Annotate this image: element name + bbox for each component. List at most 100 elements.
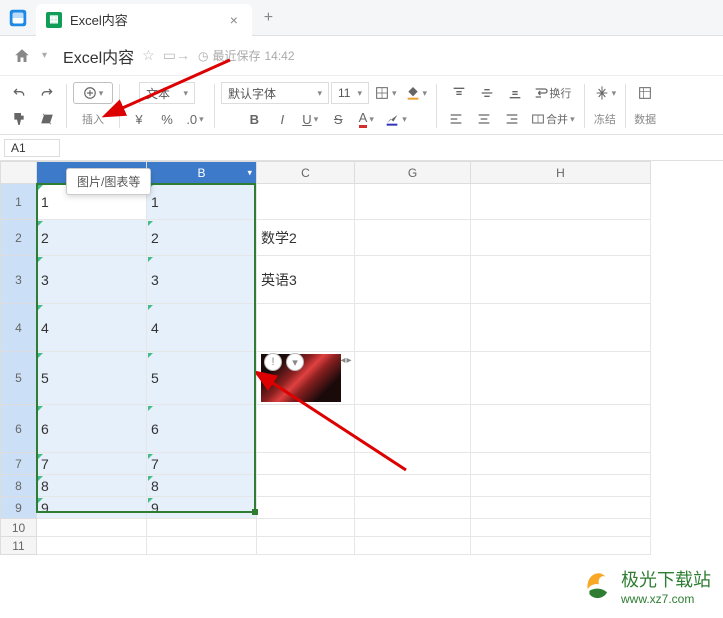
cell[interactable] — [37, 519, 147, 537]
cell[interactable]: 4 — [147, 304, 257, 352]
document-title[interactable]: Excel内容 — [63, 44, 134, 68]
cell[interactable]: 6 — [147, 405, 257, 453]
cell[interactable] — [471, 453, 651, 475]
info-icon[interactable]: ! — [264, 353, 282, 371]
cell[interactable] — [355, 453, 471, 475]
redo-button[interactable] — [34, 81, 60, 105]
cell[interactable] — [257, 497, 355, 519]
cell[interactable] — [471, 537, 651, 555]
row-header[interactable]: 11 — [1, 537, 37, 555]
dropdown-hint-icon[interactable]: ▾ — [286, 353, 304, 371]
cell[interactable]: 5 — [37, 352, 147, 405]
folder-move-icon[interactable]: ▭→ — [163, 47, 190, 64]
cell[interactable]: 2 — [37, 220, 147, 256]
cell[interactable] — [471, 220, 651, 256]
decimal-button[interactable]: .0▾ — [182, 107, 208, 131]
valign-mid-button[interactable] — [474, 81, 500, 105]
row-header[interactable]: 6 — [1, 405, 37, 453]
wrap-button[interactable]: 换行 — [530, 81, 574, 105]
data-button[interactable] — [632, 81, 658, 105]
row-header[interactable]: 9 — [1, 497, 37, 519]
cell[interactable] — [257, 405, 355, 453]
format-select[interactable]: 文本▾ — [139, 82, 195, 104]
cell[interactable]: 数学2 — [257, 220, 355, 256]
cell[interactable] — [355, 352, 471, 405]
valign-top-button[interactable] — [446, 81, 472, 105]
cell[interactable]: 7 — [147, 453, 257, 475]
cell[interactable] — [147, 519, 257, 537]
row-header[interactable]: 5 — [1, 352, 37, 405]
cell[interactable] — [355, 220, 471, 256]
highlight-button[interactable]: ▾ — [381, 107, 410, 131]
cell[interactable]: 7 — [37, 453, 147, 475]
home-icon[interactable] — [10, 44, 34, 68]
cell[interactable] — [257, 184, 355, 220]
cell[interactable] — [355, 475, 471, 497]
cell[interactable]: 3 — [147, 256, 257, 304]
cell[interactable] — [471, 304, 651, 352]
cell[interactable]: 9 — [147, 497, 257, 519]
cell[interactable] — [355, 497, 471, 519]
cell[interactable] — [147, 537, 257, 555]
italic-button[interactable]: I — [269, 107, 295, 131]
cell-reference-input[interactable]: A1 — [4, 139, 60, 157]
cell[interactable]: 9 — [37, 497, 147, 519]
star-icon[interactable]: ☆ — [142, 47, 155, 64]
cell[interactable] — [257, 537, 355, 555]
undo-button[interactable] — [6, 81, 32, 105]
cell[interactable]: 8 — [37, 475, 147, 497]
fill-color-button[interactable]: ▾ — [402, 81, 431, 105]
cell[interactable] — [257, 304, 355, 352]
font-select[interactable]: 默认字体▾ — [221, 82, 329, 104]
row-header[interactable]: 1 — [1, 184, 37, 220]
underline-button[interactable]: U▾ — [297, 107, 323, 131]
valign-bot-button[interactable] — [502, 81, 528, 105]
cell[interactable] — [471, 352, 651, 405]
text-color-button[interactable]: A▾ — [353, 107, 379, 131]
cell[interactable] — [471, 256, 651, 304]
cell[interactable] — [471, 519, 651, 537]
currency-button[interactable]: ¥ — [126, 107, 152, 131]
cell[interactable]: 4 — [37, 304, 147, 352]
chevron-down-icon[interactable]: ▾ — [42, 50, 47, 61]
freeze-button[interactable]: ▾ — [591, 81, 620, 105]
spreadsheet[interactable]: A▾ B▾ C G H 111222数学2333英语34445556667778… — [0, 161, 651, 555]
cell[interactable]: 1 — [147, 184, 257, 220]
cell[interactable] — [471, 497, 651, 519]
cell[interactable]: 5 — [147, 352, 257, 405]
row-header[interactable]: 4 — [1, 304, 37, 352]
close-icon[interactable]: × — [226, 12, 242, 28]
cell[interactable] — [471, 184, 651, 220]
row-header[interactable]: 8 — [1, 475, 37, 497]
border-button[interactable]: ▾ — [371, 81, 400, 105]
percent-button[interactable]: % — [154, 107, 180, 131]
cell[interactable]: 6 — [37, 405, 147, 453]
cell[interactable] — [355, 184, 471, 220]
row-header[interactable]: 3 — [1, 256, 37, 304]
column-header-B[interactable]: B▾ — [147, 162, 257, 184]
column-header-H[interactable]: H — [471, 162, 651, 184]
cell[interactable] — [355, 519, 471, 537]
merge-button[interactable]: 合并▾ — [527, 107, 578, 131]
row-header[interactable]: 2 — [1, 220, 37, 256]
cell[interactable] — [471, 405, 651, 453]
cell[interactable] — [355, 256, 471, 304]
cell[interactable] — [257, 453, 355, 475]
align-center-button[interactable] — [471, 107, 497, 131]
cell[interactable]: 英语3 — [257, 256, 355, 304]
column-header-G[interactable]: G — [355, 162, 471, 184]
row-header[interactable]: 7 — [1, 453, 37, 475]
cell[interactable]: 3 — [37, 256, 147, 304]
cell[interactable] — [37, 537, 147, 555]
add-tab-button[interactable]: + — [264, 9, 273, 27]
cell[interactable]: 8 — [147, 475, 257, 497]
strike-button[interactable]: S — [325, 107, 351, 131]
align-left-button[interactable] — [443, 107, 469, 131]
cell[interactable]: 2 — [147, 220, 257, 256]
cell[interactable] — [355, 537, 471, 555]
cell[interactable] — [257, 519, 355, 537]
cell[interactable] — [471, 475, 651, 497]
row-header[interactable]: 10 — [1, 519, 37, 537]
select-all-corner[interactable] — [1, 162, 37, 184]
cell[interactable] — [257, 475, 355, 497]
